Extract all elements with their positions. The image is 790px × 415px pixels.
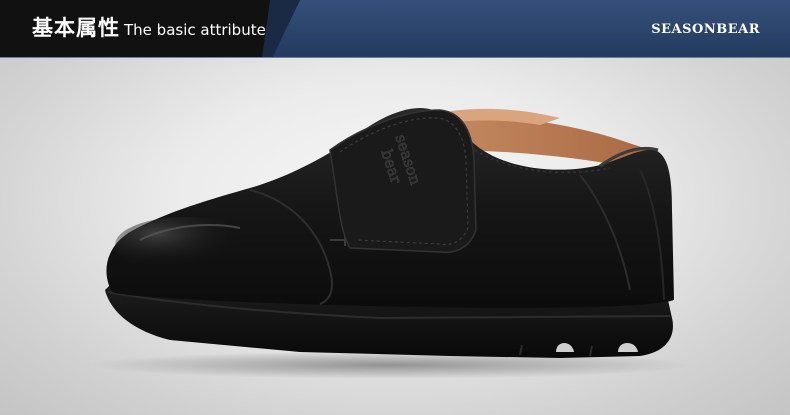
section-title-cn: 基本属性 [32,16,120,40]
header-banner: 基本属性 The basic attribute SEASONBEAR [0,0,790,58]
section-title: 基本属性 The basic attribute [32,12,266,46]
product-photo: season bear [0,58,790,415]
shoe-image: season bear [90,108,690,379]
section-title-en: The basic attribute [124,21,266,39]
brand-name: SEASONBEAR [651,22,760,37]
